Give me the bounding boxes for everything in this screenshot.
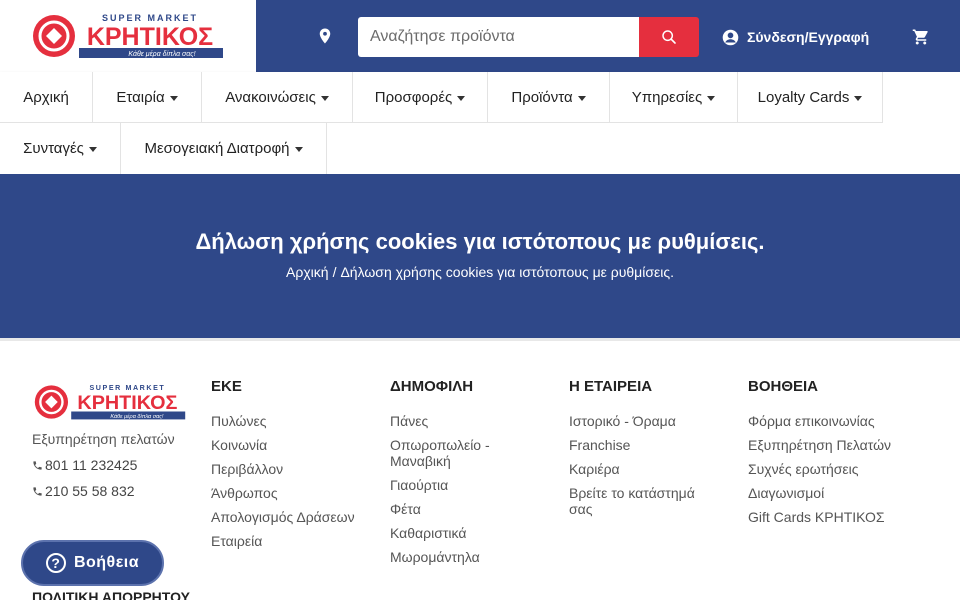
nav-item-services[interactable]: Υπηρεσίες xyxy=(610,72,738,123)
breadcrumb-current: Δήλωση χρήσης cookies για ιστότοπους με … xyxy=(340,264,674,280)
page-hero: Δήλωση χρήσης cookies για ιστότοπους με … xyxy=(0,174,960,338)
phone-link-2[interactable]: 210 55 58 832 xyxy=(32,483,135,499)
logo-slogan: Κάθε μέρα δίπλα σας! xyxy=(128,50,195,58)
footer-logo-brand-text: ΚΡΗΤΙΚΟΣ xyxy=(77,392,177,414)
logo-area: SUPER MARKET ΚΡΗΤΙΚΟΣ Κάθε μέρα δίπλα σα… xyxy=(0,0,256,72)
footer-column-company: Η ΕΤΑΙΡΕΙΑ Ιστορικό - Όραμα Franchise Κα… xyxy=(569,377,739,525)
footer-link[interactable]: Εταιρεία xyxy=(211,533,381,549)
nav-item-recipes[interactable]: Συνταγές xyxy=(0,123,121,174)
footer-link[interactable]: Φέτα xyxy=(390,501,560,517)
footer-link[interactable]: Απολογισμός Δράσεων xyxy=(211,509,381,525)
footer-link[interactable]: Μωρομάντηλα xyxy=(390,549,560,565)
privacy-policy-title[interactable]: ΠΟΛΙΤΙΚΗ ΑΠΟΡΡΗΤΟΥ xyxy=(32,589,190,600)
page-title: Δήλωση χρήσης cookies για ιστότοπους με … xyxy=(195,229,765,254)
breadcrumb: Αρχική / Δήλωση χρήσης cookies για ιστότοπ… xyxy=(0,264,960,280)
login-register-link[interactable]: Σύνδεση/Εγγραφή xyxy=(722,27,869,47)
breadcrumb-home-link[interactable]: Αρχική xyxy=(286,264,329,280)
caret-down-icon xyxy=(457,95,466,101)
footer-link[interactable]: Καριέρα xyxy=(569,461,739,477)
site-header: SUPER MARKET ΚΡΗΤΙΚΟΣ Κάθε μέρα δίπλα σα… xyxy=(0,0,960,72)
kritikos-logo[interactable]: SUPER MARKET ΚΡΗΤΙΚΟΣ Κάθε μέρα δίπλα σα… xyxy=(32,12,224,60)
caret-down-icon xyxy=(169,95,178,101)
footer-kritikos-logo[interactable]: SUPER MARKET ΚΡΗΤΙΚΟΣ Κάθε μέρα δίπλα σα… xyxy=(32,383,188,421)
phone-icon xyxy=(33,460,42,470)
cart-icon[interactable] xyxy=(911,28,931,46)
user-circle-icon xyxy=(722,29,739,45)
footer-link[interactable]: Οπωροπωλείο - Μαναβική xyxy=(390,437,520,469)
footer-link[interactable]: Περιβάλλον xyxy=(211,461,381,477)
footer-column-title: ΔΗΜΟΦΙΛΗ xyxy=(390,378,474,395)
caret-down-icon xyxy=(707,95,716,101)
caret-down-icon xyxy=(854,95,863,101)
caret-down-icon xyxy=(577,95,586,101)
footer-link[interactable]: Πάνες xyxy=(390,413,560,429)
footer-link[interactable]: Συχνές ερωτήσεις xyxy=(748,461,918,477)
footer-link[interactable]: Διαγωνισμοί xyxy=(748,485,918,501)
footer-column-title: Η ΕΤΑΙΡΕΙΑ xyxy=(569,378,653,395)
footer-column-eke: ΕΚΕ Πυλώνες Κοινωνία Περιβάλλον Άνθρωπος… xyxy=(211,377,381,557)
nav-item-products[interactable]: Προϊόντα xyxy=(488,72,610,123)
nav-item-offers[interactable]: Προσφορές xyxy=(353,72,488,123)
footer-column-help: ΒΟΗΘΕΙΑ Φόρμα επικοινωνίας Εξυπηρέτηση Π… xyxy=(748,377,918,533)
footer-link[interactable]: Καθαριστικά xyxy=(390,525,560,541)
help-label: Βοήθεια xyxy=(73,554,140,571)
nav-item-home[interactable]: Αρχική xyxy=(0,72,93,123)
nav-item-loyalty-cards[interactable]: Loyalty Cards xyxy=(738,72,883,123)
footer-link[interactable]: Γιαούρτια xyxy=(390,477,560,493)
breadcrumb-separator: / xyxy=(332,264,337,280)
phone-icon xyxy=(33,486,42,496)
footer-link[interactable]: Franchise xyxy=(569,437,739,453)
caret-down-icon xyxy=(320,95,329,101)
footer-logo-top-text: SUPER MARKET xyxy=(89,384,165,392)
footer-column-title: ΒΟΗΘΕΙΑ xyxy=(748,378,819,395)
location-pin-icon[interactable] xyxy=(316,27,334,45)
search-input[interactable] xyxy=(358,17,640,57)
nav-item-mediterranean-diet[interactable]: Μεσογειακή Διατροφή xyxy=(121,123,327,174)
footer-link[interactable]: Πυλώνες xyxy=(211,413,381,429)
footer-column-title: ΕΚΕ xyxy=(211,378,242,395)
phone-link-1[interactable]: 801 11 232425 xyxy=(32,457,137,473)
footer-column-popular: ΔΗΜΟΦΙΛΗ Πάνες Οπωροπωλείο - Μαναβική Γι… xyxy=(390,377,560,573)
search-button[interactable] xyxy=(639,17,699,57)
caret-down-icon xyxy=(294,147,303,152)
login-label: Σύνδεση/Εγγραφή xyxy=(747,29,870,45)
footer-link[interactable]: Άνθρωπος xyxy=(211,485,381,501)
footer-link[interactable]: Βρείτε το κατάστημά σας xyxy=(569,485,719,517)
caret-down-icon xyxy=(88,147,97,152)
footer-link[interactable]: Gift Cards ΚΡΗΤΙΚΟΣ xyxy=(748,509,918,525)
footer-logo-slogan: Κάθε μέρα δίπλα σας! xyxy=(110,413,164,420)
logo-brand-text: ΚΡΗΤΙΚΟΣ xyxy=(87,23,213,51)
main-navigation: Αρχική Εταιρία Ανακοινώσεις Προσφορές Πρ… xyxy=(0,72,960,174)
nav-item-company[interactable]: Εταιρία xyxy=(93,72,202,123)
help-button[interactable]: ? Βοήθεια xyxy=(21,540,164,586)
footer-link[interactable]: Κοινωνία xyxy=(211,437,381,453)
footer-link[interactable]: Φόρμα επικοινωνίας xyxy=(748,413,918,429)
nav-item-announcements[interactable]: Ανακοινώσεις xyxy=(202,72,353,123)
search-icon xyxy=(662,30,676,44)
footer-link[interactable]: Ιστορικό - Όραμα xyxy=(569,413,739,429)
question-icon: ? xyxy=(45,553,66,573)
customer-service-label: Εξυπηρέτηση πελατών xyxy=(32,431,175,447)
footer-link[interactable]: Εξυπηρέτηση Πελατών xyxy=(748,437,918,453)
logo-top-text: SUPER MARKET xyxy=(102,13,198,23)
